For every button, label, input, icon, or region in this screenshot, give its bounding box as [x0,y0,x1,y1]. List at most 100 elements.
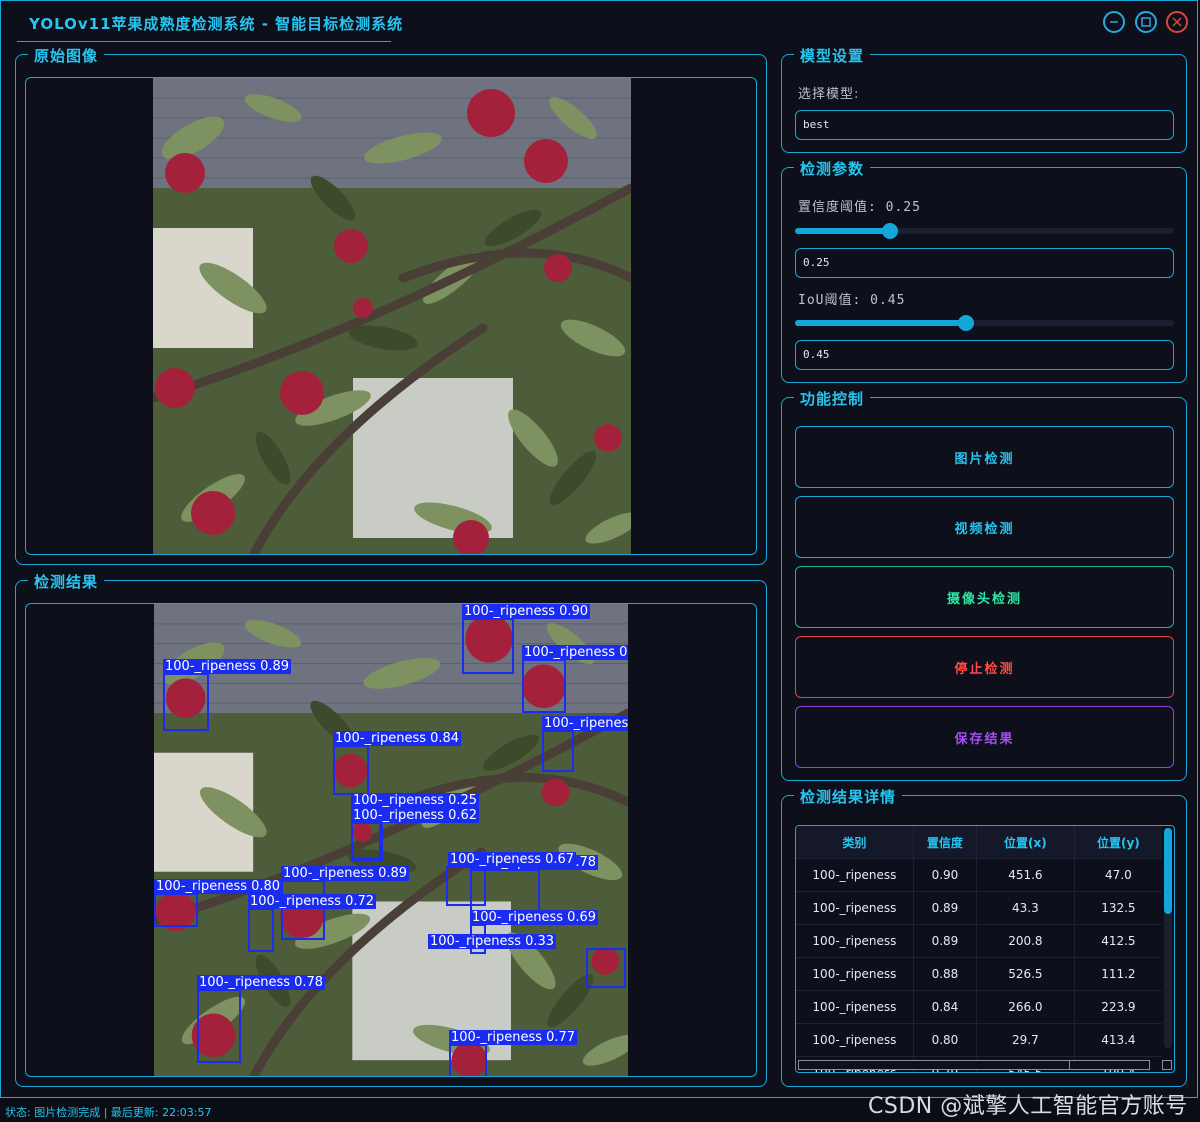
header-class[interactable]: 类别 [796,826,914,859]
original-image [153,78,631,554]
cell-confidence: 0.89 [913,891,978,925]
maximize-button[interactable] [1135,11,1157,33]
iou-slider[interactable] [795,315,1174,331]
close-icon [1172,17,1182,27]
original-image-frame [25,77,757,555]
iou-input[interactable]: 0.45 [795,340,1174,370]
cell-class: 100-_ripeness [796,1023,914,1057]
window-title: YOLOv11苹果成熟度检测系统 - 智能目标检测系统 [29,15,404,33]
iou-slider-handle[interactable] [957,315,974,331]
cell-class: 100-_ripeness [796,858,914,892]
table-row[interactable]: 100-_ripeness 0.80 29.7 413.4 [796,1023,1162,1057]
detection-label: 100-_ripeness 0.89 [163,659,292,674]
iou-label: IoU阈值: 0.45 [798,293,906,308]
detection-label: 100-_ripeness 0.69 [470,910,599,925]
cell-pos-x: 526.5 [976,957,1075,991]
minimize-icon [1110,21,1118,23]
results-table-container: 类别 置信度 位置(x) 位置(y) 100-_ripeness 0.90 451.… [795,825,1175,1073]
detection-label: 100-_ripeness 0.33 [428,934,557,949]
detection-result-panel: 检测结果 100-_ripeness 0.90 100-_ripeness 0.… [15,571,767,1087]
detection-box: 100-_ripeness 0.79 [542,716,628,772]
cell-pos-y: 47.0 [1074,858,1162,892]
save-result-button[interactable]: 保存结果 [795,706,1174,768]
header-confidence[interactable]: 置信度 [913,826,978,859]
confidence-label: 置信度阈值: 0.25 [798,200,921,215]
cell-pos-y: 111.2 [1074,957,1162,991]
cell-confidence: 0.84 [913,990,978,1024]
detection-box: 100-_ripeness 0.84 [333,731,462,795]
maximize-icon [1141,17,1151,27]
cell-class: 100-_ripeness [796,990,914,1024]
table-row[interactable]: 100-_ripeness 0.84 266.0 223.9 [796,990,1162,1024]
close-button[interactable] [1166,11,1188,33]
cell-pos-x: 200.8 [976,924,1075,958]
detection-box: 100-_ripeness 0.77 [449,1030,578,1076]
vertical-scrollbar[interactable] [1164,828,1172,1048]
detection-label: 100-_ripeness 0.72 [248,894,377,909]
model-settings-panel: 模型设置 选择模型: best [781,45,1187,153]
cell-class: 100-_ripeness [796,891,914,925]
cell-confidence: 0.80 [913,1023,978,1057]
result-details-panel: 检测结果详情 类别 置信度 位置(x) 位置(y) 100-_ripeness 0… [781,786,1187,1087]
detection-image: 100-_ripeness 0.90 100-_ripeness 0.89 10… [154,604,628,1076]
cell-class: 100-_ripeness [796,957,914,991]
table-row[interactable]: 100-_ripeness 0.89 200.8 412.5 [796,924,1162,958]
results-table: 类别 置信度 位置(x) 位置(y) 100-_ripeness 0.90 451.… [796,826,1162,1072]
detection-box: 100-_ripeness 0.88 [522,645,628,713]
table-header-row: 类别 置信度 位置(x) 位置(y) [796,826,1162,859]
cell-pos-x: 266.0 [976,990,1075,1024]
detection-label: 100-_ripeness 0.90 [462,604,591,619]
cell-class: 100-_ripeness [796,924,914,958]
results-table-body: 100-_ripeness 0.90 451.6 47.0 100-_ripeness 0… [796,858,1162,1072]
detection-box: 100-_ripeness 0.72 [248,894,377,952]
confidence-slider[interactable] [795,223,1174,239]
detection-label: 100-_ripeness 0.78 [197,975,326,990]
confidence-slider-fill [795,228,890,234]
confidence-slider-handle[interactable] [881,223,898,239]
stop-detect-button[interactable]: 停止检测 [795,636,1174,698]
table-row[interactable]: 100-_ripeness 0.90 451.6 47.0 [796,858,1162,892]
detection-box: 100-_ripeness 0.67 [446,852,577,906]
cell-pos-y: 412.5 [1074,924,1162,958]
function-control-title: 功能控制 [794,388,871,409]
detection-box: 100-_ripeness 0.62 [351,808,480,860]
detection-label: 100-_ripeness 0.77 [449,1030,578,1045]
original-image-title: 原始图像 [28,45,105,66]
main-window: YOLOv11苹果成熟度检测系统 - 智能目标检测系统 原始图像 检测结果 10… [0,0,1198,1098]
horizontal-scrollbar-thumb[interactable] [799,1061,1070,1069]
image-detect-button[interactable]: 图片检测 [795,426,1174,488]
detection-label: 100-_ripeness 0.88 [522,645,628,660]
detection-box: 100-_ripeness 0.78 [197,975,326,1063]
detection-label: 100-_ripeness 0.79 [542,716,628,731]
watermark: CSDN @斌擎人工智能官方账号 [868,1094,1188,1119]
status-bar: 状态: 图片检测完成 | 最后更新: 22:03:57 [5,1106,212,1119]
detection-label: 100-_ripeness 0.62 [351,808,480,823]
original-image-panel: 原始图像 [15,45,767,565]
confidence-input[interactable]: 0.25 [795,248,1174,278]
iou-slider-fill [795,320,966,326]
table-row[interactable]: 100-_ripeness 0.88 526.5 111.2 [796,957,1162,991]
detection-label: 100-_ripeness 0.89 [281,866,410,881]
minimize-button[interactable] [1103,11,1125,33]
header-pos-y[interactable]: 位置(y) [1074,826,1162,859]
header-pos-x[interactable]: 位置(x) [976,826,1075,859]
camera-detect-button[interactable]: 摄像头检测 [795,566,1174,628]
result-details-title: 检测结果详情 [794,786,903,807]
vertical-scrollbar-thumb[interactable] [1164,828,1172,914]
title-underline [17,41,391,42]
table-row[interactable]: 100-_ripeness 0.89 43.3 132.5 [796,891,1162,925]
detection-result-frame: 100-_ripeness 0.90 100-_ripeness 0.89 10… [25,603,757,1077]
detection-label: 100-_ripeness 0.80 [154,879,283,894]
horizontal-scrollbar[interactable] [798,1060,1150,1070]
video-detect-button[interactable]: 视频检测 [795,496,1174,558]
model-select-label: 选择模型: [798,87,860,102]
detection-box: 100-_ripeness 0.90 [462,604,591,674]
detection-box: 100-_ripeness 0.89 [281,866,410,940]
title-bar: YOLOv11苹果成熟度检测系统 - 智能目标检测系统 [1,1,1197,43]
model-select[interactable]: best [795,110,1174,140]
cell-pos-y: 132.5 [1074,891,1162,925]
cell-pos-x: 43.3 [976,891,1075,925]
cell-confidence: 0.90 [913,858,978,892]
cell-pos-y: 223.9 [1074,990,1162,1024]
detection-params-panel: 检测参数 置信度阈值: 0.25 0.25 IoU阈值: 0.45 0.45 [781,158,1187,383]
